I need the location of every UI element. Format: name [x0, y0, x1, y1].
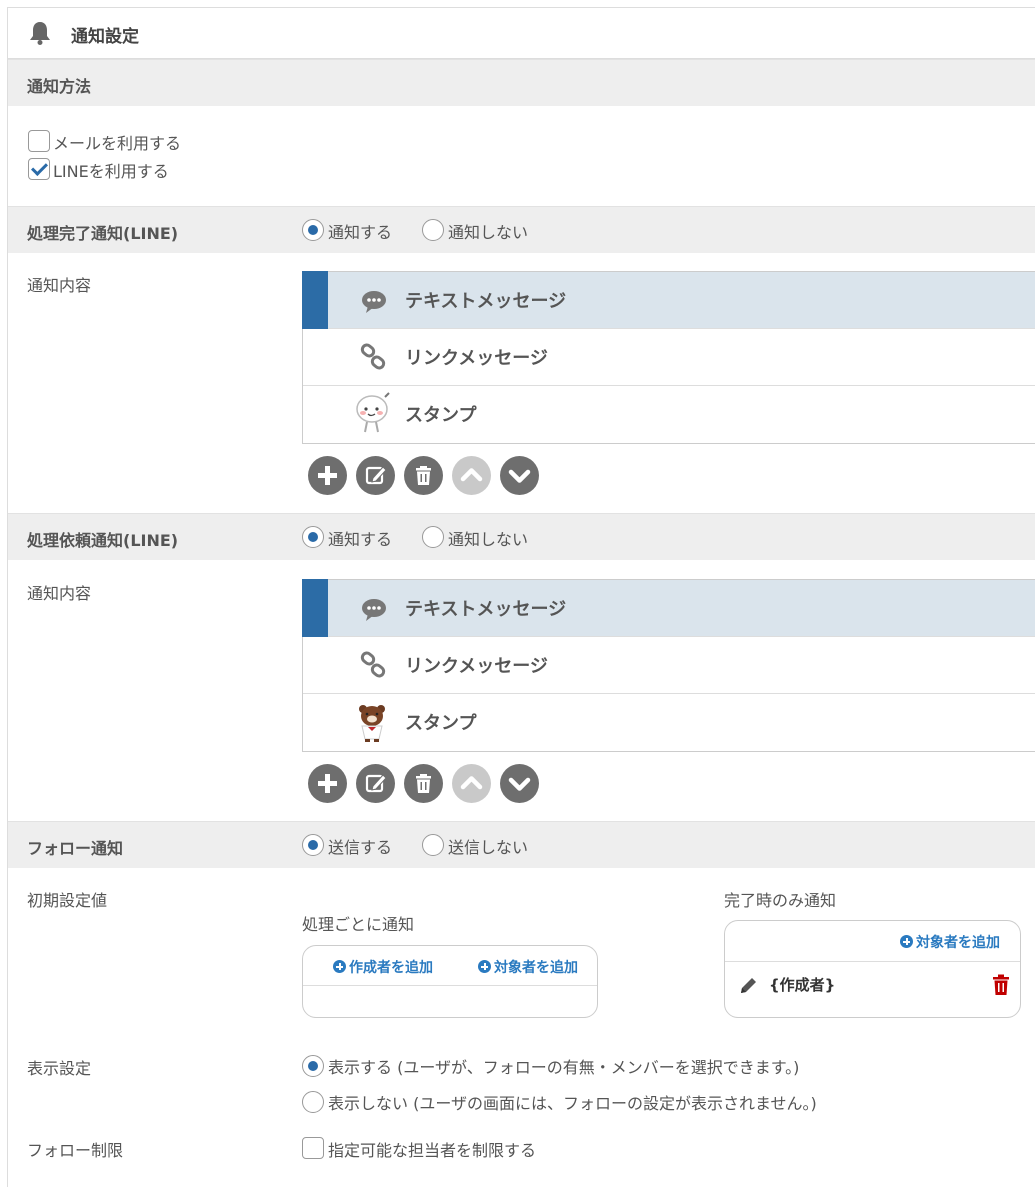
list-item-label: リンクメッセージ — [405, 656, 548, 677]
plus-icon — [318, 466, 337, 485]
completion-notify-label: 通知する — [328, 223, 393, 242]
request-notify-label: 通知する — [328, 530, 393, 549]
bell-icon — [30, 22, 50, 45]
link-icon — [360, 343, 386, 370]
list-item[interactable]: スタンプ — [303, 694, 1035, 751]
completion-only-recipients: 対象者を追加 {作成者} — [724, 920, 1021, 1018]
line-checkbox-label: LINEを利用する — [53, 162, 169, 181]
sticker-icon — [356, 392, 390, 433]
delete-button[interactable] — [404, 764, 443, 803]
add-creator-label: 作成者を追加 — [349, 960, 433, 976]
list-item[interactable]: テキストメッセージ — [302, 271, 1035, 329]
list-item[interactable]: スタンプ — [303, 386, 1035, 443]
trash-icon — [416, 774, 431, 793]
line-checkbox[interactable] — [28, 158, 50, 180]
edit-button[interactable] — [356, 456, 395, 495]
chevron-down-icon — [508, 777, 531, 791]
list-item[interactable]: リンクメッセージ — [303, 637, 1035, 694]
add-button[interactable] — [308, 456, 347, 495]
title-bar: 通知設定 — [8, 8, 1035, 59]
notification-settings-panel: 通知設定 通知方法 メールを利用する LINEを利用する 処理完了通知(LINE… — [7, 7, 1035, 1187]
section-label: 処理依頼通知(LINE) — [27, 531, 179, 550]
request-notify-radio[interactable] — [302, 526, 324, 548]
chevron-down-icon — [508, 469, 531, 483]
completion-message-list: テキストメッセージ リンクメッセージ スタンプ — [302, 271, 1035, 444]
display-show-label: 表示する (ユーザが、フォローの有無・メンバーを選択できます。) — [328, 1058, 800, 1077]
edit-icon — [365, 466, 387, 485]
per-process-label: 処理ごとに通知 — [302, 915, 415, 934]
add-target-link[interactable]: 対象者を追加 — [900, 932, 1000, 952]
list-item[interactable]: テキストメッセージ — [302, 579, 1035, 637]
move-up-button[interactable] — [452, 456, 491, 495]
plus-circle-icon — [333, 960, 346, 973]
follow-limit-label: フォロー制限 — [27, 1141, 124, 1160]
list-item-label: リンクメッセージ — [405, 348, 548, 369]
list-item-label: テキストメッセージ — [405, 599, 567, 620]
delete-button[interactable] — [404, 456, 443, 495]
section-label: 通知方法 — [27, 77, 92, 96]
chevron-up-icon — [460, 468, 483, 482]
per-process-recipients: 作成者を追加 対象者を追加 — [302, 945, 598, 1018]
add-target-label: 対象者を追加 — [916, 935, 1000, 951]
trash-icon — [416, 466, 431, 485]
completion-no-notify-radio[interactable] — [422, 219, 444, 241]
display-show-radio[interactable] — [302, 1055, 324, 1077]
section-notification-method: 通知方法 — [8, 59, 1035, 106]
list-item-label: スタンプ — [405, 405, 477, 426]
follow-send-radio[interactable] — [302, 834, 324, 856]
plus-icon — [318, 774, 337, 793]
list-item-label: テキストメッセージ — [405, 291, 567, 312]
plus-circle-icon — [478, 960, 491, 973]
add-button[interactable] — [308, 764, 347, 803]
display-hide-label: 表示しない (ユーザの画面には、フォローの設定が表示されません。) — [328, 1094, 817, 1113]
plus-circle-icon — [900, 935, 913, 948]
request-no-notify-radio[interactable] — [422, 526, 444, 548]
list-item[interactable]: リンクメッセージ — [303, 329, 1035, 386]
move-down-button[interactable] — [500, 456, 539, 495]
completion-only-label: 完了時のみ通知 — [724, 891, 837, 910]
limit-assignee-label: 指定可能な担当者を制限する — [328, 1141, 537, 1160]
completion-notify-radio[interactable] — [302, 219, 324, 241]
email-checkbox-label: メールを利用する — [53, 134, 182, 153]
edit-icon — [365, 774, 387, 793]
move-down-button[interactable] — [500, 764, 539, 803]
bear-sticker-icon — [359, 705, 385, 742]
content-label: 通知内容 — [27, 276, 92, 295]
completion-no-notify-label: 通知しない — [448, 223, 529, 242]
initial-value-label: 初期設定値 — [27, 891, 108, 910]
follow-no-send-label: 送信しない — [448, 838, 529, 857]
section-label: 処理完了通知(LINE) — [27, 224, 179, 243]
content-label: 通知内容 — [27, 584, 92, 603]
email-checkbox[interactable] — [28, 130, 50, 152]
link-icon — [360, 651, 386, 678]
add-target-label: 対象者を追加 — [494, 960, 578, 976]
edit-button[interactable] — [356, 764, 395, 803]
trash-icon[interactable] — [991, 974, 1011, 996]
request-message-list: テキストメッセージ リンクメッセージ スタンプ — [302, 579, 1035, 752]
list-item-label: スタンプ — [405, 713, 477, 734]
pencil-icon — [741, 978, 756, 993]
section-label: フォロー通知 — [27, 839, 124, 858]
chevron-up-icon — [460, 776, 483, 790]
speech-bubble-icon — [362, 291, 386, 313]
recipient-entry: {作成者} — [769, 976, 836, 994]
add-target-link[interactable]: 対象者を追加 — [478, 957, 578, 977]
page-title: 通知設定 — [71, 27, 139, 47]
display-setting-label: 表示設定 — [27, 1059, 92, 1078]
display-hide-radio[interactable] — [302, 1091, 324, 1113]
add-creator-link[interactable]: 作成者を追加 — [333, 957, 433, 977]
move-up-button[interactable] — [452, 764, 491, 803]
request-no-notify-label: 通知しない — [448, 530, 529, 549]
speech-bubble-icon — [362, 599, 386, 621]
limit-assignee-checkbox[interactable] — [302, 1137, 324, 1159]
follow-no-send-radio[interactable] — [422, 834, 444, 856]
follow-send-label: 送信する — [328, 838, 393, 857]
